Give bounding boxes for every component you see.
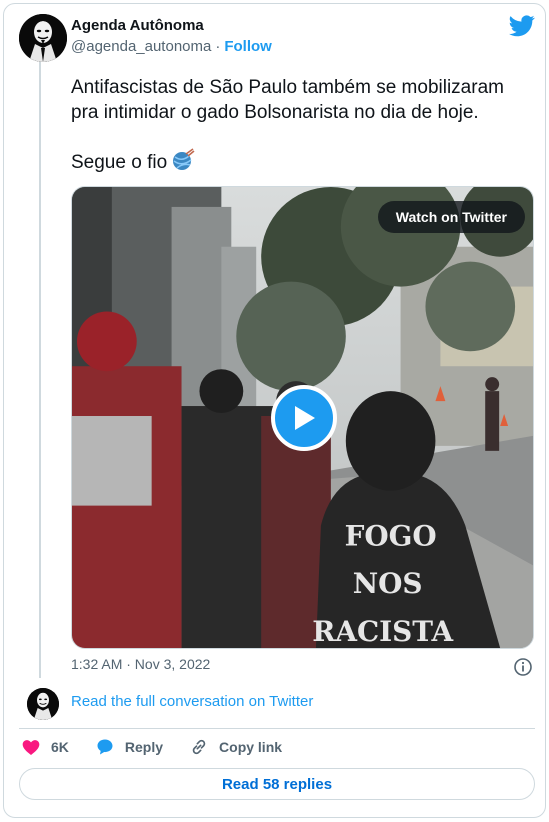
reply-label: Reply — [124, 739, 164, 755]
read-replies-button[interactable]: Read 58 replies — [19, 768, 535, 800]
author-avatar[interactable] — [19, 14, 67, 62]
follow-button[interactable]: Follow — [224, 38, 272, 55]
watch-on-twitter-button[interactable]: Watch on Twitter — [377, 201, 525, 233]
reply-button[interactable]: Reply — [95, 737, 163, 757]
tweet-line-1: Antifascistas de São Paulo também se mob… — [71, 77, 504, 98]
anonymous-mask-icon — [19, 14, 67, 62]
reply-bubble-icon — [97, 739, 113, 755]
author-name[interactable]: Agenda Autônoma — [71, 17, 204, 34]
like-button[interactable]: 6K — [21, 737, 69, 757]
video-player[interactable]: FOGO NOS RACISTA Watch on Twitter — [71, 186, 534, 649]
like-count: 6K — [51, 739, 69, 755]
hoodie-text-1: FOGO — [345, 519, 437, 552]
copy-link-label: Copy link — [219, 739, 283, 755]
copy-link-button[interactable]: Copy link — [189, 737, 282, 757]
heart-icon — [22, 740, 40, 755]
thread-line — [39, 62, 41, 678]
play-button[interactable] — [271, 385, 337, 451]
read-conversation-link[interactable]: Read the full conversation on Twitter — [71, 693, 313, 710]
tweet-thread-label: Segue o fio — [71, 152, 168, 173]
tweet-text: Antifascistas de São Paulo também se mob… — [71, 75, 531, 179]
divider — [19, 728, 535, 729]
tweet-line-3: Segue o fio — [71, 148, 531, 179]
info-icon[interactable] — [513, 657, 533, 677]
tweet-line-2: pra intimidar o gado Bolsonarista no dia… — [71, 102, 479, 123]
action-bar: 6K Reply Copy link — [21, 737, 308, 757]
tweet-timestamp[interactable]: 1:32 AM · Nov 3, 2022 — [71, 656, 210, 672]
play-icon — [295, 406, 315, 430]
conversation-avatar[interactable] — [27, 688, 59, 720]
author-handle-row: @agenda_autonoma · Follow — [71, 38, 272, 55]
hoodie-text-2: NOS — [353, 567, 423, 600]
hoodie-text-3: RACISTA — [312, 615, 453, 648]
yarn-ball-icon — [171, 148, 195, 179]
author-handle[interactable]: @agenda_autonoma — [71, 38, 211, 55]
anonymous-mask-icon — [27, 688, 59, 720]
link-icon — [192, 739, 206, 755]
handle-separator: · — [215, 38, 221, 55]
twitter-bird-icon[interactable] — [509, 15, 535, 37]
